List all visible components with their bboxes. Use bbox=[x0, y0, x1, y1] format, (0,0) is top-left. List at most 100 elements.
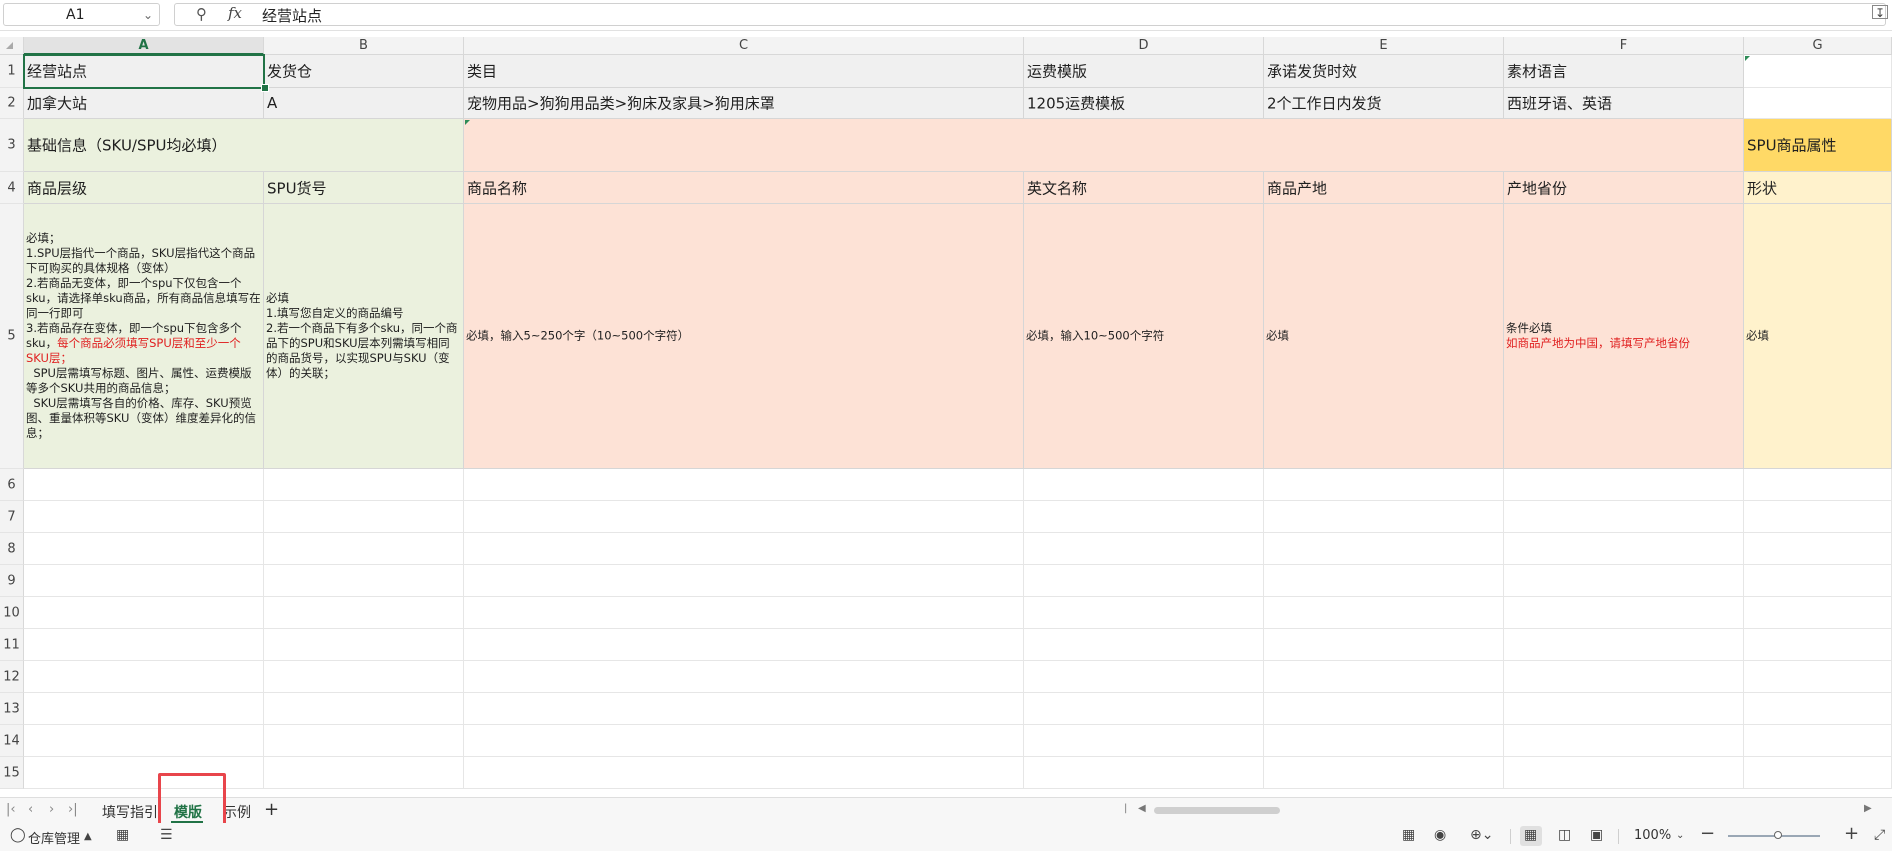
empty-cell[interactable] bbox=[1744, 501, 1892, 533]
formula-input-frame[interactable] bbox=[174, 3, 1886, 26]
cell-c5[interactable]: 必填，输入5~250个字（10~500个字符） bbox=[464, 204, 1024, 469]
row-header-14[interactable]: 14 bbox=[0, 725, 24, 757]
column-header-a[interactable]: A bbox=[24, 37, 264, 55]
select-all-corner[interactable] bbox=[0, 37, 24, 55]
zoom-search-icon[interactable]: ⚲ bbox=[196, 5, 207, 23]
empty-cell[interactable] bbox=[24, 533, 264, 565]
cell-c1[interactable]: 类目 bbox=[464, 55, 1024, 88]
zoom-in-icon[interactable]: + bbox=[1844, 823, 1859, 844]
expand-formula-icon[interactable]: ↧ bbox=[1872, 5, 1888, 20]
empty-cell[interactable] bbox=[1264, 693, 1504, 725]
empty-cell[interactable] bbox=[1024, 565, 1264, 597]
empty-cell[interactable] bbox=[1264, 725, 1504, 757]
empty-cell[interactable] bbox=[24, 565, 264, 597]
sheet-tab-example[interactable]: 示例 bbox=[223, 802, 251, 822]
empty-cell[interactable] bbox=[1504, 469, 1744, 501]
zoom-level[interactable]: 100% bbox=[1634, 828, 1671, 843]
empty-cell[interactable] bbox=[1264, 629, 1504, 661]
scroll-left-icon[interactable]: | bbox=[1124, 803, 1127, 814]
row-header-4[interactable]: 4 bbox=[0, 172, 24, 204]
row-header-11[interactable]: 11 bbox=[0, 629, 24, 661]
column-header-e[interactable]: E bbox=[1264, 37, 1504, 55]
cell-f2[interactable]: 西班牙语、英语 bbox=[1504, 88, 1744, 119]
cell-d4[interactable]: 英文名称 bbox=[1024, 172, 1264, 204]
empty-cell[interactable] bbox=[264, 629, 464, 661]
empty-cell[interactable] bbox=[1024, 693, 1264, 725]
empty-cell[interactable] bbox=[1744, 565, 1892, 597]
empty-cell[interactable] bbox=[1744, 757, 1892, 789]
empty-cell[interactable] bbox=[264, 757, 464, 789]
cell-b4[interactable]: SPU货号 bbox=[264, 172, 464, 204]
column-header-c[interactable]: C bbox=[464, 37, 1024, 55]
row-header-2[interactable]: 2 bbox=[0, 88, 24, 119]
cell-c2[interactable]: 宠物用品>狗狗用品类>狗床及家具>狗用床罩 bbox=[464, 88, 1024, 119]
empty-cell[interactable] bbox=[1504, 629, 1744, 661]
empty-cell[interactable] bbox=[264, 725, 464, 757]
empty-cell[interactable] bbox=[464, 597, 1024, 629]
row-header-3[interactable]: 3 bbox=[0, 119, 24, 172]
macro-icon[interactable]: ▦ bbox=[116, 827, 129, 843]
empty-cell[interactable] bbox=[1264, 597, 1504, 629]
column-header-d[interactable]: D bbox=[1024, 37, 1264, 55]
empty-cell[interactable] bbox=[264, 533, 464, 565]
row-header-1[interactable]: 1 bbox=[0, 55, 24, 88]
list-icon[interactable]: ☰ bbox=[160, 827, 173, 843]
cell-f4[interactable]: 产地省份 bbox=[1504, 172, 1744, 204]
empty-cell[interactable] bbox=[24, 597, 264, 629]
cell-e1[interactable]: 承诺发货时效 bbox=[1264, 55, 1504, 88]
empty-cell[interactable] bbox=[464, 693, 1024, 725]
page-break-icon[interactable]: ▣ bbox=[1590, 827, 1603, 843]
cell-b5[interactable]: 必填 1.填写您自定义的商品编号 2.若一个商品下有多个sku，同一个商品下的S… bbox=[264, 204, 464, 469]
cell-e4[interactable]: 商品产地 bbox=[1264, 172, 1504, 204]
empty-cell[interactable] bbox=[24, 469, 264, 501]
empty-cell[interactable] bbox=[1264, 469, 1504, 501]
empty-cell[interactable] bbox=[24, 693, 264, 725]
cell-b1[interactable]: 发货仓 bbox=[264, 55, 464, 88]
row-header-8[interactable]: 8 bbox=[0, 533, 24, 565]
empty-cell[interactable] bbox=[24, 501, 264, 533]
empty-cell[interactable] bbox=[24, 661, 264, 693]
empty-cell[interactable] bbox=[1744, 469, 1892, 501]
empty-cell[interactable] bbox=[264, 597, 464, 629]
empty-cell[interactable] bbox=[1744, 533, 1892, 565]
empty-cell[interactable] bbox=[1024, 533, 1264, 565]
caret-up-icon[interactable]: ▲ bbox=[84, 831, 92, 842]
row-header-12[interactable]: 12 bbox=[0, 661, 24, 693]
empty-cell[interactable] bbox=[264, 565, 464, 597]
empty-cell[interactable] bbox=[264, 469, 464, 501]
scrollbar-thumb[interactable] bbox=[1154, 807, 1280, 814]
add-sheet-icon[interactable]: + bbox=[264, 799, 279, 820]
empty-cell[interactable] bbox=[464, 629, 1024, 661]
last-sheet-icon[interactable]: ›| bbox=[68, 802, 78, 817]
empty-cell[interactable] bbox=[1024, 597, 1264, 629]
empty-cell[interactable] bbox=[1264, 533, 1504, 565]
empty-cell[interactable] bbox=[1744, 661, 1892, 693]
column-header-g[interactable]: G bbox=[1744, 37, 1892, 55]
empty-cell[interactable] bbox=[1504, 725, 1744, 757]
name-box[interactable]: A1 ⌄ bbox=[3, 3, 160, 26]
cell-b2[interactable]: A bbox=[264, 88, 464, 119]
row-header-5[interactable]: 5 bbox=[0, 204, 24, 469]
zoom-slider-knob[interactable] bbox=[1774, 831, 1782, 839]
empty-cell[interactable] bbox=[1504, 533, 1744, 565]
cell-d5[interactable]: 必填，输入10~500个字符 bbox=[1024, 204, 1264, 469]
crosshair-icon[interactable]: ⊕⌄ bbox=[1470, 827, 1493, 843]
table-icon[interactable]: ▦ bbox=[1402, 827, 1415, 843]
empty-cell[interactable] bbox=[1504, 501, 1744, 533]
cell-a3-merged[interactable]: 基础信息（SKU/SPU均必填） bbox=[24, 119, 464, 172]
horizontal-scrollbar[interactable]: | ◀ ▶ bbox=[1124, 803, 1874, 816]
row-header-9[interactable]: 9 bbox=[0, 565, 24, 597]
empty-cell[interactable] bbox=[1024, 725, 1264, 757]
scroll-left-arrow-icon[interactable]: ◀ bbox=[1138, 803, 1146, 814]
empty-cell[interactable] bbox=[24, 725, 264, 757]
empty-cell[interactable] bbox=[1024, 757, 1264, 789]
cell-a5[interactable]: 必填； 1.SPU层指代一个商品，SKU层指代这个商品下可购买的具体规格（变体）… bbox=[24, 204, 264, 469]
eye-icon[interactable]: ◉ bbox=[1434, 827, 1446, 843]
empty-cell[interactable] bbox=[1744, 693, 1892, 725]
empty-cell[interactable] bbox=[264, 501, 464, 533]
empty-cell[interactable] bbox=[24, 757, 264, 789]
empty-cell[interactable] bbox=[1504, 597, 1744, 629]
empty-cell[interactable] bbox=[1504, 757, 1744, 789]
warehouse-management[interactable]: 仓库管理 bbox=[28, 828, 80, 847]
empty-cell[interactable] bbox=[1024, 661, 1264, 693]
